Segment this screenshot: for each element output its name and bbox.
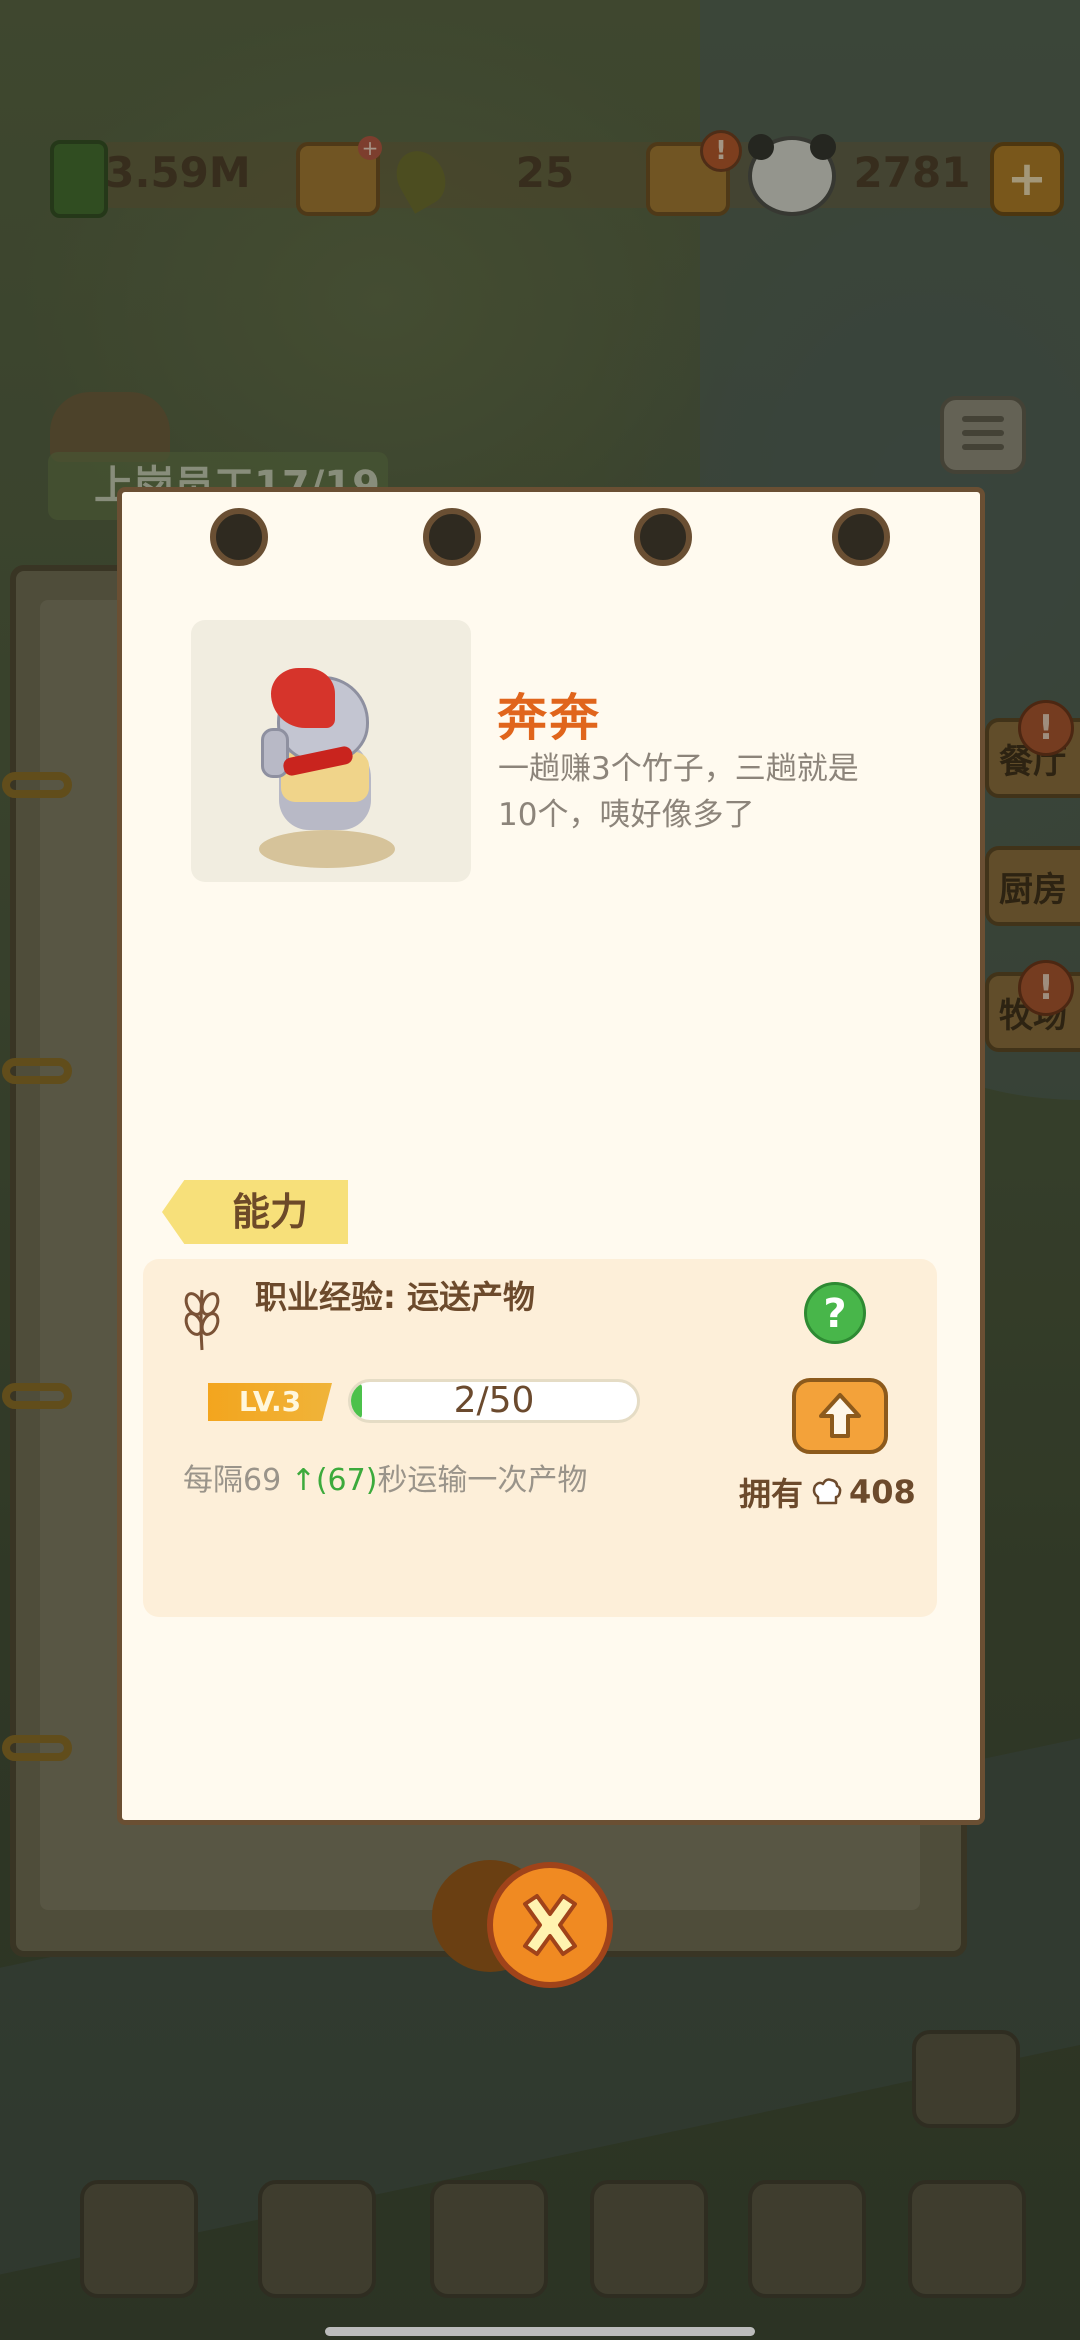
interval-prefix: 每隔69	[183, 1463, 291, 1498]
binder-hole	[210, 508, 268, 566]
upgrade-button[interactable]	[792, 1378, 888, 1454]
character-name: 奔奔	[497, 689, 601, 747]
interval-suffix: 秒运输一次产物	[377, 1463, 588, 1498]
interval-upgrade-value: ↑(67)	[290, 1463, 378, 1498]
experience-progress-bar: 2/50	[348, 1379, 640, 1423]
character-avatar	[191, 620, 471, 882]
home-indicator[interactable]	[325, 2327, 755, 2336]
avatar-shadow	[259, 830, 395, 868]
binder-hole	[634, 508, 692, 566]
progress-text: 2/50	[453, 1380, 535, 1421]
binder-hole	[423, 508, 481, 566]
ability-tab: 能力	[162, 1180, 348, 1244]
chef-hat-icon	[811, 1477, 843, 1507]
arrow-up-icon	[819, 1393, 861, 1438]
level-badge: LV.3	[208, 1383, 332, 1421]
wheat-icon	[182, 1282, 222, 1352]
close-icon	[523, 1894, 577, 1956]
character-description: 一趟赚3个竹子，三趟就是10个，咦好像多了	[498, 751, 859, 833]
binder-hole	[832, 508, 890, 566]
transport-interval-text: 每隔69 ↑(67)秒运输一次产物	[183, 1455, 587, 1499]
job-experience-label: 职业经验: 运送产物	[255, 1278, 535, 1316]
own-count: 408	[849, 1473, 916, 1511]
close-button[interactable]	[487, 1862, 613, 1988]
own-label: 拥有	[739, 1475, 804, 1513]
help-button[interactable]: ?	[804, 1282, 866, 1344]
owned-resource: 拥有 408	[739, 1469, 916, 1515]
